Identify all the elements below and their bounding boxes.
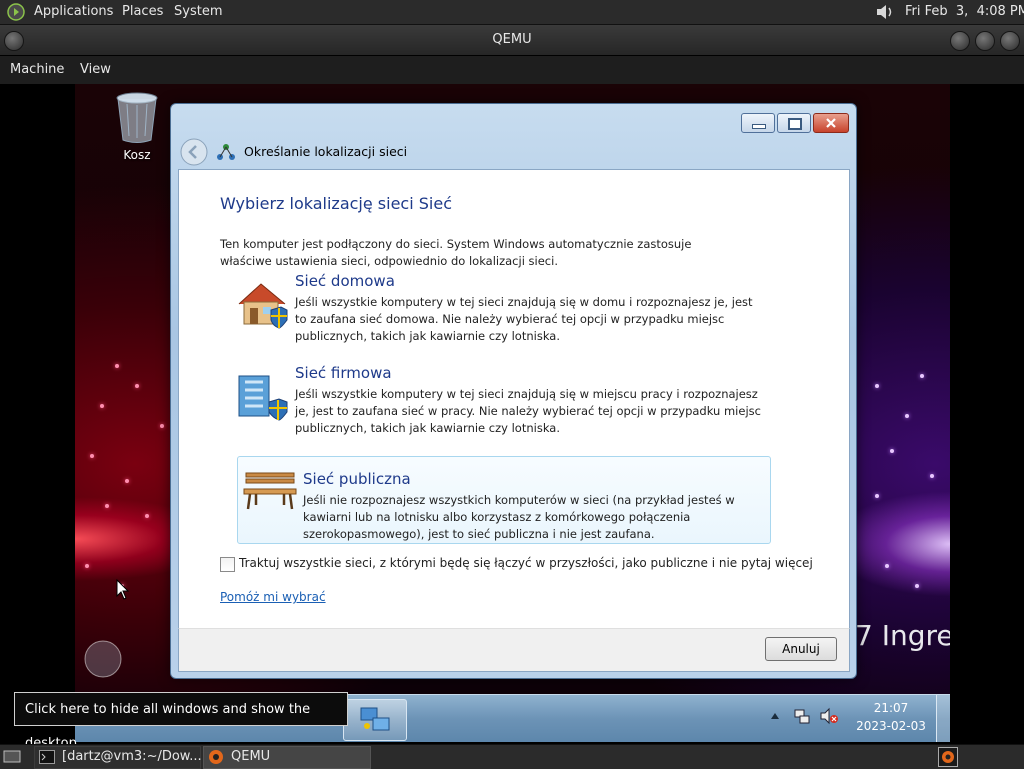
qemu-menubar: Machine View <box>0 56 1024 84</box>
home-network-icon <box>238 283 288 329</box>
top-panel: Applications Places System Fri Feb 3, 4:… <box>0 0 1024 25</box>
wallpaper-sparkle <box>115 364 119 368</box>
minimize-icon <box>752 124 766 129</box>
menu-applications[interactable]: Applications <box>34 4 113 19</box>
menu-machine[interactable]: Machine <box>10 62 64 77</box>
panel-clock[interactable]: Fri Feb 3, 4:08 PM <box>905 4 1024 19</box>
wallpaper-sparkle <box>160 424 164 428</box>
wallpaper-sparkle <box>105 504 109 508</box>
option-description-line: szerokopasmowego), jest to sieć publiczn… <box>303 527 655 541</box>
wallpaper-sparkle <box>85 564 89 568</box>
cancel-button[interactable]: Anuluj <box>765 637 837 661</box>
wallpaper-sparkle <box>930 474 934 478</box>
option-description-line: publicznych, takich jak kawiarnie czy lo… <box>295 329 560 343</box>
option-description-line: Jeśli nie rozpoznajesz wszystkich komput… <box>303 493 735 507</box>
page-heading: Wybierz lokalizację sieci Sieć <box>220 194 452 213</box>
show-desktop-icon[interactable] <box>3 749 21 765</box>
wallpaper-sparkle <box>875 384 879 388</box>
taskbar-qemu-button[interactable]: QEMU <box>203 746 371 769</box>
workspace-switcher-icon[interactable] <box>938 747 958 767</box>
help-me-choose-link[interactable]: Pomóż mi wybrać <box>220 590 326 604</box>
wallpaper-sparkle <box>125 479 129 483</box>
maximize-button[interactable] <box>975 31 995 51</box>
menu-places[interactable]: Places <box>122 4 163 19</box>
network-location-dialog: Określanie lokalizacji sieci Wybierz lok… <box>170 103 857 679</box>
option-home-title: Sieć domowa <box>295 272 395 290</box>
close-window-button[interactable] <box>1000 31 1020 51</box>
taskbar-terminal-button[interactable]: [dartz@vm3:~/Dow... <box>34 746 202 769</box>
recycle-bin-label: Kosz <box>123 148 151 162</box>
option-public-network[interactable]: Sieć publiczna Jeśli nie rozpoznajesz ws… <box>237 456 771 544</box>
network-wizard-icon <box>217 144 235 160</box>
wallpaper-sparkle <box>920 374 924 378</box>
dialog-footer <box>178 628 850 672</box>
dialog-minimize-button[interactable] <box>741 113 775 133</box>
option-description-line: publicznych, takich jak kawiarnie czy lo… <box>295 421 560 435</box>
public-network-bench-icon <box>243 472 297 510</box>
wallpaper-text: 7 Ingres <box>855 619 950 652</box>
option-home-description: Jeśli wszystkie komputery w tej sieci zn… <box>295 294 753 345</box>
volume-muted-icon[interactable] <box>819 707 839 725</box>
wallpaper-sparkle <box>100 404 104 408</box>
work-network-icon <box>238 375 288 421</box>
menu-system[interactable]: System <box>174 4 222 19</box>
option-description-line: Jeśli wszystkie komputery w tej sieci zn… <box>295 295 753 309</box>
qemu-task-label: QEMU <box>231 749 271 764</box>
terminal-icon <box>39 750 55 764</box>
wallpaper-sparkle <box>90 454 94 458</box>
option-work-network[interactable]: Sieć firmowa Jeśli wszystkie komputery w… <box>229 364 769 450</box>
network-tray-icon[interactable] <box>793 707 811 725</box>
menu-view[interactable]: View <box>80 62 111 77</box>
option-work-description: Jeśli wszystkie komputery w tej sieci zn… <box>295 386 761 437</box>
option-home-network[interactable]: Sieć domowa Jeśli wszystkie komputery w … <box>229 272 769 358</box>
bottom-panel: [dartz@vm3:~/Dow... QEMU <box>0 744 1024 769</box>
wallpaper-sparkle <box>135 384 139 388</box>
dialog-close-button[interactable] <box>813 113 849 133</box>
intro-text: Ten komputer jest podłączony do sieci. S… <box>220 236 691 270</box>
show-hidden-icons-icon[interactable] <box>770 711 780 721</box>
maximize-icon <box>788 118 802 130</box>
taskbar-clock-time[interactable]: 21:07 <box>851 701 931 715</box>
recycle-bin-icon <box>116 92 158 143</box>
option-public-description: Jeśli nie rozpoznajesz wszystkich komput… <box>303 492 735 543</box>
option-public-title: Sieć publiczna <box>303 470 411 488</box>
window-title: QEMU <box>492 32 532 47</box>
option-description-line: je, jest to zaufana sieć w pracy. Nie na… <box>295 404 761 418</box>
qemu-icon <box>209 750 223 764</box>
qemu-titlebar[interactable]: QEMU <box>0 25 1024 55</box>
wallpaper-sparkle <box>145 514 149 518</box>
gnome-foot-icon[interactable] <box>7 3 25 21</box>
treat-all-public-checkbox[interactable] <box>220 557 235 572</box>
show-desktop-tooltip: Click here to hide all windows and show … <box>14 692 348 751</box>
mouse-cursor-icon <box>116 579 130 600</box>
wallpaper-sparkle <box>915 584 919 588</box>
terminal-task-label: [dartz@vm3:~/Dow... <box>62 749 202 764</box>
volume-icon[interactable] <box>874 2 896 22</box>
intro-line: Ten komputer jest podłączony do sieci. S… <box>220 237 692 251</box>
show-desktop-button[interactable] <box>936 695 950 742</box>
wallpaper-sparkle <box>885 564 889 568</box>
taskbar-network-wizard-button[interactable] <box>343 699 407 741</box>
taskbar-clock-date[interactable]: 2023-02-03 <box>851 719 931 733</box>
wallpaper-sparkle <box>890 449 894 453</box>
dialog-body: Wybierz lokalizację sieci Sieć Ten kompu… <box>178 169 850 629</box>
option-work-title: Sieć firmowa <box>295 364 392 382</box>
option-description-line: Jeśli wszystkie komputery w tej sieci zn… <box>295 387 758 401</box>
close-icon <box>826 118 836 128</box>
option-description-line: to zaufana sieć domowa. Nie należy wybie… <box>295 312 725 326</box>
network-icon <box>360 707 390 731</box>
wallpaper-sparkle <box>905 414 909 418</box>
start-button-icon[interactable] <box>83 639 123 679</box>
dialog-maximize-button[interactable] <box>777 113 811 133</box>
back-arrow-icon[interactable] <box>179 137 209 167</box>
dialog-title: Określanie lokalizacji sieci <box>244 144 408 159</box>
minimize-button[interactable] <box>950 31 970 51</box>
treat-all-public-label[interactable]: Traktuj wszystkie sieci, z którymi będę … <box>239 556 813 570</box>
intro-line: właściwe ustawienia sieci, odpowiednio d… <box>220 254 558 268</box>
option-description-line: kawiarni lub na lotnisku albo korzystasz… <box>303 510 691 524</box>
recycle-bin-shortcut[interactable]: Kosz <box>105 92 169 172</box>
wallpaper-sparkle <box>875 494 879 498</box>
